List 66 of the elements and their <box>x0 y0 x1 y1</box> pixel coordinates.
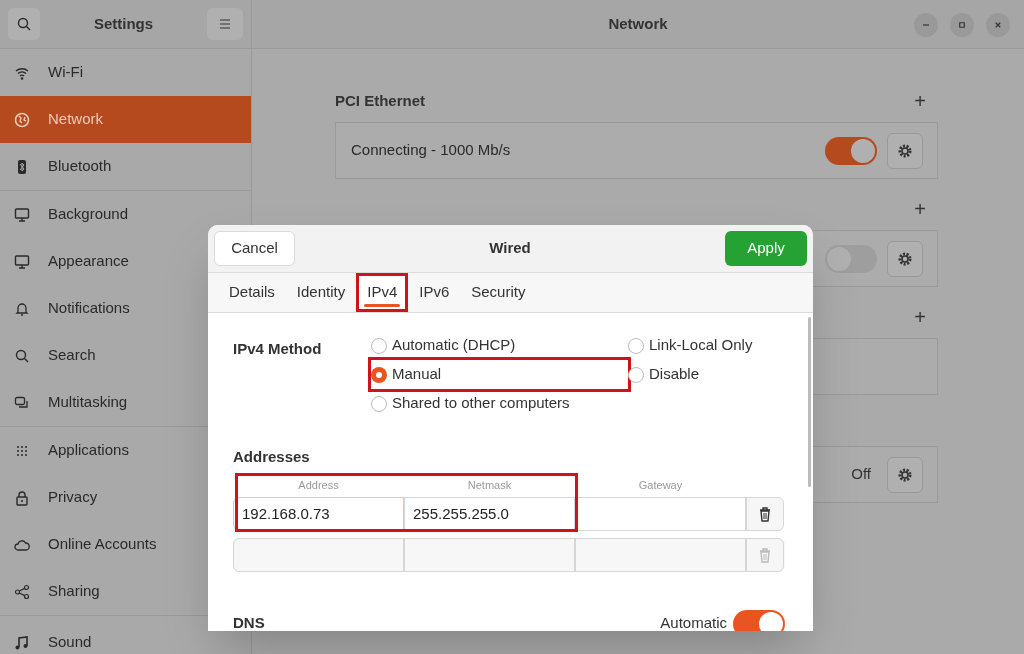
radio-option[interactable]: Disable <box>628 360 763 389</box>
menu-icon <box>217 16 233 32</box>
tab[interactable]: IPv6 <box>408 273 461 312</box>
sidebar-item[interactable]: Wi-Fi <box>0 49 251 96</box>
field-label: IPv4 Method <box>233 339 323 359</box>
radio-option[interactable]: Manual <box>371 360 628 389</box>
connection-status: Connecting - 1000 Mb/s <box>351 140 511 161</box>
monitor-icon <box>14 253 30 270</box>
section-heading: DNS <box>233 613 265 631</box>
add-button[interactable]: + <box>914 307 926 327</box>
settings-icon <box>897 250 913 267</box>
status-text: Off <box>851 464 871 485</box>
music-note-icon <box>14 634 30 651</box>
close-button[interactable] <box>986 13 1010 37</box>
section-heading: PCI Ethernet <box>335 90 425 111</box>
trash-icon <box>757 546 773 563</box>
toggle-switch[interactable] <box>825 136 877 165</box>
add-button[interactable]: + <box>914 199 926 219</box>
search-icon <box>14 347 30 364</box>
window-title: Network <box>608 13 668 34</box>
dialog-title: Wired <box>489 238 531 259</box>
search-button[interactable] <box>8 8 40 40</box>
input-field[interactable]: 255.255.255.0 <box>404 496 575 531</box>
input-field[interactable]: 192.168.0.73 <box>233 496 404 531</box>
column-header: Gateway <box>637 478 684 494</box>
column-header: Address <box>297 478 340 494</box>
settings-icon <box>897 142 913 159</box>
sidebar-item[interactable]: Sharing <box>0 568 251 615</box>
add-button[interactable]: + <box>914 91 926 111</box>
sidebar-item[interactable]: Sound <box>0 631 251 654</box>
sidebar-item[interactable]: Multitasking <box>0 379 251 426</box>
delete-button[interactable] <box>746 496 784 531</box>
settings-button[interactable] <box>887 240 923 277</box>
share-icon <box>14 583 30 600</box>
toggle-label: Automatic <box>660 613 727 631</box>
search-icon <box>16 16 32 32</box>
radio-option[interactable]: Shared to other computers <box>371 389 628 418</box>
section-heading: Addresses <box>233 447 311 467</box>
scrollbar[interactable] <box>808 317 811 487</box>
apply-button[interactable]: Apply <box>725 231 807 266</box>
cancel-button[interactable]: Cancel <box>214 231 295 266</box>
tab[interactable]: Identity <box>285 273 357 312</box>
radio-option[interactable]: Automatic (DHCP) <box>371 331 628 360</box>
bell-icon <box>14 300 30 317</box>
lock-icon <box>14 489 30 506</box>
menu-button[interactable] <box>207 8 243 40</box>
sidebar-title: Settings <box>93 13 154 34</box>
tab[interactable]: Security <box>460 273 537 312</box>
sidebar-item[interactable]: Bluetooth <box>0 143 251 190</box>
settings-button[interactable] <box>887 132 923 169</box>
settings-button[interactable] <box>887 456 923 493</box>
toggle-switch[interactable] <box>733 609 785 631</box>
input-field[interactable] <box>575 496 746 531</box>
settings-icon <box>897 466 913 483</box>
maximize-icon <box>956 19 968 31</box>
windows-icon <box>14 394 30 411</box>
column-header: Netmask <box>466 478 513 494</box>
minimize-button[interactable] <box>914 13 938 37</box>
radio-option[interactable]: Link-Local Only <box>628 331 763 360</box>
globe-icon <box>14 111 30 128</box>
trash-icon <box>757 505 773 522</box>
tab[interactable]: IPv4 <box>356 273 409 312</box>
tab[interactable]: Details <box>218 273 286 312</box>
maximize-button[interactable] <box>950 13 974 37</box>
sidebar-item[interactable]: Network <box>0 96 251 143</box>
monitor-icon <box>14 206 30 223</box>
